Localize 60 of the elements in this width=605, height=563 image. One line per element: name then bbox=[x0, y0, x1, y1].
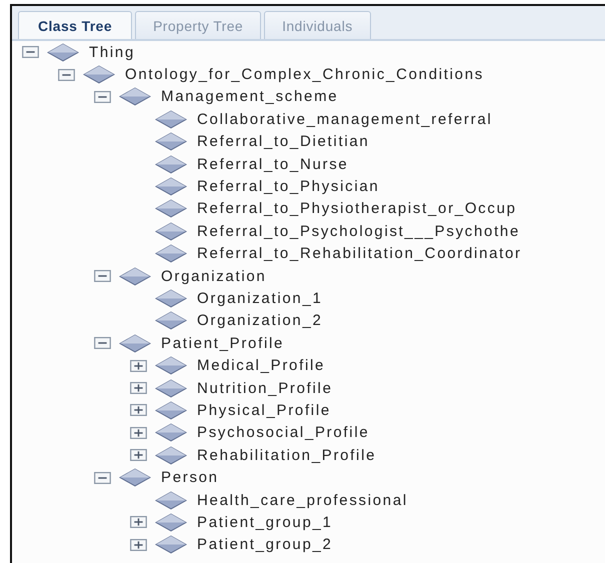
tree-item[interactable]: Patient_Profile bbox=[161, 336, 284, 351]
tree-item[interactable]: Referral_to_Physician bbox=[197, 179, 380, 194]
diamond-icon bbox=[155, 356, 187, 376]
tree-item[interactable]: Health_care_professional bbox=[197, 492, 408, 508]
diamond-icon bbox=[155, 423, 187, 442]
diamond-icon bbox=[119, 266, 151, 286]
diamond-icon bbox=[119, 334, 151, 353]
tree-item[interactable]: Patient_group_1 bbox=[197, 514, 333, 530]
collapse-icon[interactable] bbox=[94, 270, 111, 282]
tree-item[interactable]: Referral_to_Physiotherapist_or_Occup bbox=[197, 201, 517, 216]
tree-item[interactable]: Patient_group_2 bbox=[197, 537, 333, 552]
diamond-icon bbox=[83, 65, 115, 84]
tree-item[interactable]: Organization bbox=[161, 268, 266, 284]
collapse-icon[interactable] bbox=[94, 337, 111, 350]
expand-icon[interactable] bbox=[130, 382, 147, 394]
tree-item[interactable]: Physical_Profile bbox=[197, 402, 331, 418]
tree-item[interactable]: Collaborative_management_referral bbox=[197, 112, 492, 127]
expand-icon[interactable] bbox=[130, 538, 147, 551]
collapse-icon[interactable] bbox=[58, 68, 75, 81]
tree-item[interactable]: Medical_Profile bbox=[197, 358, 326, 374]
tree-item[interactable]: Referral_to_Rehabilitation_Coordinator bbox=[197, 246, 522, 262]
tree-item[interactable]: Psychosocial_Profile bbox=[197, 425, 370, 440]
diamond-icon bbox=[155, 132, 187, 152]
tree-item[interactable]: Referral_to_Psychologist___Psychothe bbox=[197, 224, 520, 239]
expand-icon[interactable] bbox=[130, 426, 147, 439]
diamond-icon bbox=[155, 199, 187, 218]
diamond-icon bbox=[155, 244, 187, 264]
diamond-icon bbox=[155, 490, 187, 510]
expand-icon[interactable] bbox=[130, 449, 147, 462]
tree-item[interactable]: Nutrition_Profile bbox=[197, 380, 333, 396]
tree-item[interactable]: Management_scheme bbox=[161, 89, 338, 104]
diamond-icon bbox=[155, 446, 187, 465]
collapse-icon[interactable] bbox=[22, 46, 39, 58]
diamond-icon bbox=[155, 512, 187, 532]
diamond-icon bbox=[155, 222, 187, 241]
expand-icon[interactable] bbox=[130, 404, 147, 416]
tree-item[interactable]: Rehabilitation_Profile bbox=[197, 448, 376, 463]
collapse-icon[interactable] bbox=[94, 472, 111, 484]
tree-item[interactable]: Ontology_for_Complex_Chronic_Conditions bbox=[125, 67, 484, 82]
diamond-icon bbox=[119, 468, 151, 488]
tree-item[interactable]: Referral_to_Dietitian bbox=[197, 134, 370, 150]
tree-item[interactable]: Referral_to_Nurse bbox=[197, 156, 348, 172]
expand-icon[interactable] bbox=[130, 360, 147, 372]
diamond-icon bbox=[155, 378, 187, 398]
tree-item[interactable]: Organization_2 bbox=[197, 313, 323, 328]
tree-item[interactable]: Thing bbox=[89, 44, 136, 60]
expand-icon[interactable] bbox=[130, 516, 147, 528]
diamond-icon bbox=[47, 42, 79, 62]
diamond-icon bbox=[155, 177, 187, 196]
diamond-icon bbox=[155, 535, 187, 554]
collapse-icon[interactable] bbox=[94, 90, 111, 103]
diamond-icon bbox=[155, 288, 187, 308]
diamond-icon bbox=[155, 110, 187, 129]
tab[interactable]: Class Tree bbox=[18, 11, 132, 39]
diamond-icon bbox=[119, 87, 151, 106]
diamond-icon bbox=[155, 311, 187, 330]
tree-item[interactable]: Person bbox=[161, 470, 219, 486]
diamond-icon bbox=[155, 154, 187, 174]
tree-item[interactable]: Organization_1 bbox=[197, 290, 323, 306]
diamond-icon bbox=[155, 400, 187, 420]
